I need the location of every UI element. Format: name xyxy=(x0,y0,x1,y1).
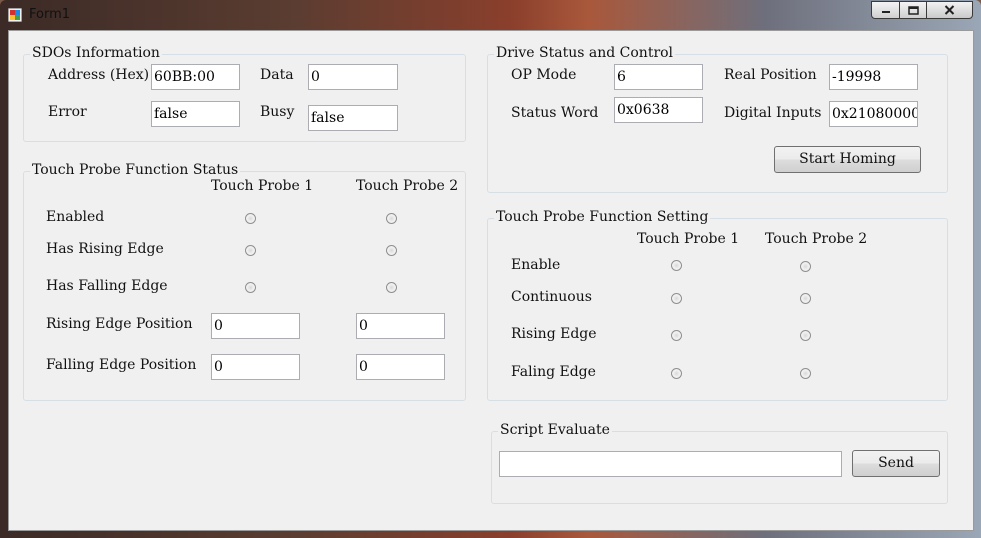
enabled-label: Enabled xyxy=(46,209,105,225)
rising-edge-tp1-radio[interactable] xyxy=(671,330,682,341)
falling-edge-tp1-radio[interactable] xyxy=(671,368,682,379)
form-client-area: SDOs Information Address (Hex) 60BB:00 D… xyxy=(8,30,974,531)
enabled-tp2-radio[interactable] xyxy=(386,213,397,224)
close-button[interactable] xyxy=(926,1,973,19)
busy-label: Busy xyxy=(260,104,295,120)
continuous-label: Continuous xyxy=(511,289,592,305)
start-homing-button[interactable]: Start Homing xyxy=(774,146,921,173)
continuous-tp2-radio[interactable] xyxy=(800,293,811,304)
tp-status-col2-header: Touch Probe 2 xyxy=(356,178,459,194)
app-icon xyxy=(8,8,22,22)
status-word-label: Status Word xyxy=(511,105,599,121)
tp-status-group-title: Touch Probe Function Status xyxy=(30,162,241,178)
data-input[interactable]: 0 xyxy=(308,64,398,90)
falling-position-tp2-input[interactable]: 0 xyxy=(356,354,445,380)
drive-group-title: Drive Status and Control xyxy=(494,45,676,61)
continuous-tp1-radio[interactable] xyxy=(671,293,682,304)
data-label: Data xyxy=(260,67,294,83)
script-group-title: Script Evaluate xyxy=(498,422,612,438)
title-bar[interactable]: Form1 xyxy=(0,0,981,30)
enabled-tp1-radio[interactable] xyxy=(245,213,256,224)
error-field[interactable]: false xyxy=(151,101,240,127)
falling-position-tp1-input[interactable]: 0 xyxy=(211,354,300,380)
address-label: Address (Hex) xyxy=(48,67,150,83)
minimize-icon xyxy=(881,11,890,13)
real-position-field[interactable]: -19998 xyxy=(829,64,918,90)
tp-status-col1-header: Touch Probe 1 xyxy=(211,178,314,194)
maximize-button[interactable] xyxy=(899,1,927,19)
rising-position-tp2-input[interactable]: 0 xyxy=(356,313,445,339)
status-word-field[interactable]: 0x0638 xyxy=(614,97,703,123)
falling-edge-label: Faling Edge xyxy=(511,364,596,380)
rising-edge-tp2-radio[interactable] xyxy=(800,330,811,341)
digital-inputs-field[interactable]: 0x21080000 xyxy=(829,101,918,127)
error-label: Error xyxy=(48,104,87,120)
enable-tp2-radio[interactable] xyxy=(800,261,811,272)
tp-setting-col1-header: Touch Probe 1 xyxy=(637,231,740,247)
application-window: Form1 SDOs Information Address (Hex) 60B… xyxy=(0,0,981,538)
digital-inputs-label: Digital Inputs xyxy=(724,105,822,121)
has-falling-tp1-radio[interactable] xyxy=(245,282,256,293)
rising-edge-position-label: Rising Edge Position xyxy=(46,316,193,332)
window-title: Form1 xyxy=(29,7,71,22)
rising-edge-label: Rising Edge xyxy=(511,326,597,342)
busy-field[interactable]: false xyxy=(308,105,398,131)
tp-setting-group-title: Touch Probe Function Setting xyxy=(494,209,711,225)
rising-position-tp1-input[interactable]: 0 xyxy=(211,313,300,339)
has-rising-edge-label: Has Rising Edge xyxy=(46,241,164,257)
real-position-label: Real Position xyxy=(724,67,817,83)
has-rising-tp2-radio[interactable] xyxy=(386,245,397,256)
send-button[interactable]: Send xyxy=(852,450,940,477)
address-input[interactable]: 60BB:00 xyxy=(151,64,240,90)
sdo-group-title: SDOs Information xyxy=(30,45,162,61)
enable-label: Enable xyxy=(511,257,561,273)
enable-tp1-radio[interactable] xyxy=(671,260,682,271)
has-falling-tp2-radio[interactable] xyxy=(386,282,397,293)
falling-edge-position-label: Falling Edge Position xyxy=(46,357,197,373)
maximize-icon xyxy=(907,5,919,15)
tp-setting-col2-header: Touch Probe 2 xyxy=(765,231,868,247)
op-mode-label: OP Mode xyxy=(511,67,577,83)
close-icon xyxy=(944,5,955,15)
has-rising-tp1-radio[interactable] xyxy=(245,245,256,256)
op-mode-input[interactable]: 6 xyxy=(614,64,703,90)
falling-edge-tp2-radio[interactable] xyxy=(800,368,811,379)
has-falling-edge-label: Has Falling Edge xyxy=(46,278,168,294)
script-input[interactable] xyxy=(499,451,842,477)
minimize-button[interactable] xyxy=(871,1,900,19)
